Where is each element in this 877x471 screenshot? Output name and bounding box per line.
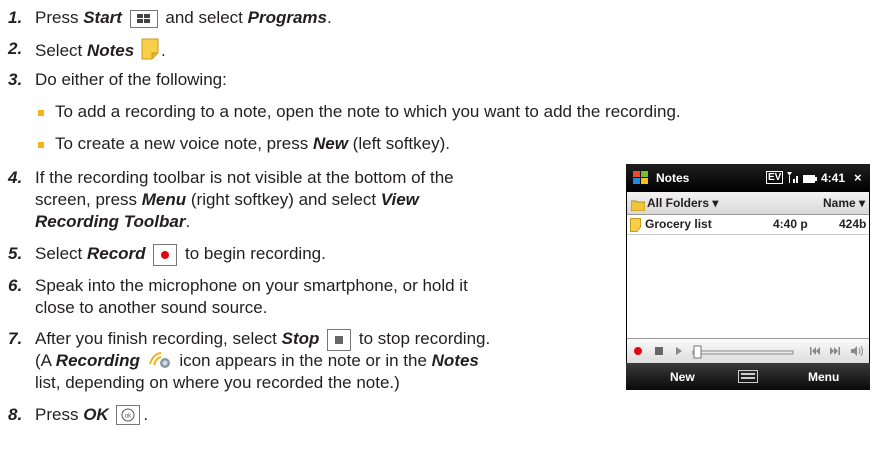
volume-icon[interactable] [849, 343, 865, 364]
step-text: Select Record to begin recording. [35, 243, 326, 266]
phone-app-title: Notes [656, 171, 690, 185]
step-number: 8. [8, 405, 23, 424]
svg-text:ok: ok [125, 414, 132, 420]
phone-title-bar: Notes EV 4:41 × [626, 164, 870, 192]
ev-indicator: EV [766, 171, 784, 184]
step-text: After you finish recording, select Stop … [35, 328, 490, 351]
step-text: Do either of the following: [35, 70, 227, 89]
step-text: screen, press Menu (right softkey) and s… [35, 190, 419, 209]
menu-softkey[interactable]: Menu [808, 370, 839, 384]
new-softkey[interactable]: New [670, 370, 695, 384]
close-icon[interactable]: × [854, 170, 862, 185]
signal-icon [786, 170, 800, 187]
step-number: 2. [8, 39, 23, 58]
progress-slider[interactable] [691, 344, 797, 364]
step-number: 7. [8, 329, 23, 348]
next-icon[interactable] [827, 343, 843, 364]
notes-icon [141, 38, 159, 66]
list-item[interactable]: Grocery list 4:40 p 424b [627, 214, 869, 235]
note-time: 4:40 p [773, 217, 808, 231]
start-key-icon [129, 10, 158, 28]
bullet-text: To create a new voice note, press New (l… [55, 134, 450, 153]
step-text: close to another sound source. [35, 298, 268, 317]
step-text: If the recording toolbar is not visible … [35, 168, 454, 187]
record-icon[interactable] [630, 343, 646, 364]
step-text: list, depending on where you recorded th… [35, 373, 400, 392]
windows-flag-icon [632, 170, 650, 189]
step-text: Recording Toolbar. [35, 212, 191, 231]
step-number: 4. [8, 168, 23, 187]
bullet-text: To add a recording to a note, open the n… [55, 102, 681, 121]
folder-bar: All Folders ▾ Name ▾ [627, 192, 869, 215]
play-icon[interactable] [671, 343, 687, 364]
recording-toolbar [627, 338, 869, 364]
step-text: Select Notes . [35, 38, 166, 66]
folder-dropdown[interactable]: All Folders ▾ [647, 196, 718, 210]
step-text: Speak into the microphone on your smartp… [35, 276, 468, 295]
sort-dropdown[interactable]: Name ▾ [823, 196, 865, 210]
phone-clock: 4:41 [821, 171, 846, 185]
step-number: 5. [8, 244, 23, 263]
phone-screenshot: Notes EV 4:41 × All Folders ▾ Name ▾ Gro… [626, 164, 870, 390]
phone-notes-list: All Folders ▾ Name ▾ Grocery list 4:40 p… [627, 192, 869, 364]
battery-icon [803, 173, 817, 187]
ok-key-icon: ok [116, 405, 141, 425]
note-size: 424b [839, 217, 867, 231]
step-number: 1. [8, 8, 23, 27]
stop-icon[interactable] [651, 343, 667, 364]
bullet-marker [38, 142, 44, 148]
step-text: Press OK ok . [35, 405, 149, 425]
step-number: 3. [8, 70, 23, 89]
step-text: Press Start and select Programs. [35, 8, 332, 28]
previous-icon[interactable] [807, 343, 823, 364]
folder-icon [630, 196, 646, 216]
keyboard-icon[interactable] [738, 370, 758, 386]
phone-softkey-bar: New Menu [626, 363, 870, 390]
note-icon [630, 217, 641, 237]
record-key-icon [153, 244, 178, 266]
stop-key-icon [327, 329, 352, 351]
step-number: 6. [8, 276, 23, 295]
bullet-marker [38, 110, 44, 116]
note-name: Grocery list [645, 217, 712, 231]
